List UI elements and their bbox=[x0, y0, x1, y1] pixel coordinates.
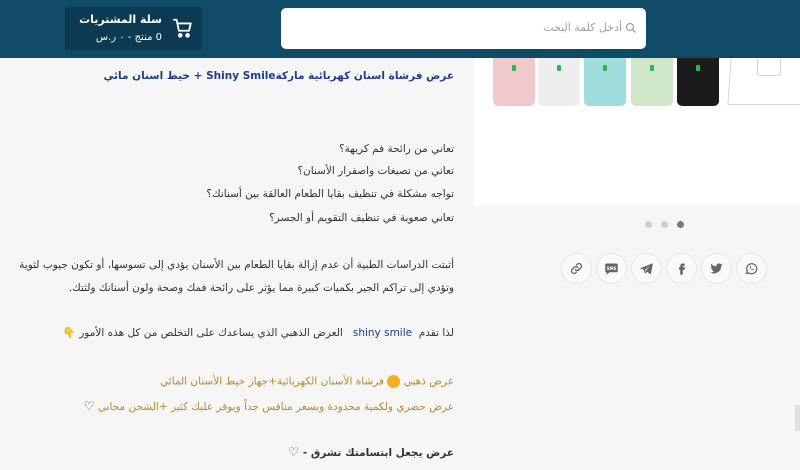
top-header: سلة المشتريات 0 منتج - ٠ ر.س أدخل كلمة ا… bbox=[0, 0, 800, 58]
cart-summary: 0 منتج - ٠ ر.س bbox=[95, 32, 162, 43]
product-title: عرض فرشاة اسنان كهربائية ماركةShiny Smil… bbox=[103, 70, 454, 82]
share-whatsapp-button[interactable] bbox=[736, 253, 767, 284]
twitter-icon bbox=[710, 263, 723, 274]
search-placeholder: أدخل كلمة البحث bbox=[543, 21, 622, 34]
whatsapp-icon bbox=[745, 263, 758, 275]
share-link-button[interactable] bbox=[561, 253, 592, 284]
pointing-hand-icon: 👇 bbox=[62, 327, 76, 339]
intro-suffix: العرض الذهبي الذي يساعدك على التخلص من ك… bbox=[79, 327, 343, 339]
toothbrush-black bbox=[677, 58, 719, 106]
search-icon bbox=[625, 22, 636, 33]
share-sms-button[interactable]: SMS bbox=[596, 253, 627, 284]
device-outline-small bbox=[757, 58, 781, 76]
offer-line-1: عرض ذهبي فرشاة الأسنان الكهربائية+جهاز خ… bbox=[160, 375, 454, 388]
share-facebook-button[interactable] bbox=[666, 253, 697, 284]
telegram-icon bbox=[640, 263, 653, 275]
share-telegram-button[interactable] bbox=[631, 253, 662, 284]
offer-prefix: عرض ذهبي bbox=[403, 375, 454, 388]
paragraph-line-2: وتؤدي إلى تراكم الجير بكميات كبيرة مما ي… bbox=[68, 282, 454, 294]
heart-icon: ♡ bbox=[83, 399, 95, 413]
cart-title: سلة المشتريات bbox=[79, 13, 162, 26]
svg-text:SMS: SMS bbox=[607, 266, 617, 271]
toothbrush-pink bbox=[493, 58, 535, 106]
link-icon bbox=[570, 262, 583, 275]
search-input[interactable]: أدخل كلمة البحث bbox=[281, 8, 646, 49]
sms-icon: SMS bbox=[605, 263, 618, 275]
gallery-dot-1[interactable] bbox=[645, 221, 652, 228]
offer-line-2-text: عرض حصري ولكمية محدودة وبسعر منافس جداً … bbox=[97, 401, 454, 413]
intro-line: لذا تقدم shiny smile العرض الذهبي الذي ي… bbox=[63, 326, 454, 339]
gallery-dot-2[interactable] bbox=[661, 221, 668, 228]
intro-prefix: لذا تقدم bbox=[418, 327, 454, 339]
closing-text: عرض يجعل ابتسامتك تشرق - bbox=[302, 447, 454, 459]
cart-icon bbox=[172, 18, 192, 38]
closing-line: عرض يجعل ابتسامتك تشرق - ♡ bbox=[288, 445, 454, 459]
heart-icon-2: ♡ bbox=[288, 445, 300, 459]
offer-text: فرشاة الأسنان الكهربائية+جهاز خيط الأسنا… bbox=[160, 375, 385, 388]
gallery-dot-3[interactable] bbox=[677, 221, 684, 228]
product-image[interactable] bbox=[474, 58, 800, 205]
toothbrush-white bbox=[538, 58, 580, 106]
offer-line-2: عرض حصري ولكمية محدودة وبسعر منافس جداً … bbox=[84, 399, 454, 413]
toothbrush-green bbox=[631, 58, 673, 106]
question-3: تواجه مشكلة في تنظيف بقايا الطعام العالق… bbox=[206, 188, 454, 200]
brand-link[interactable]: shiny smile bbox=[353, 327, 412, 339]
question-1: تعاني من رائحة فم كريهة؟ bbox=[339, 143, 454, 155]
facebook-icon bbox=[679, 263, 686, 275]
paragraph-line-1: أثبتت الدراسات الطبية أن عدم إزالة بقايا… bbox=[19, 259, 454, 271]
cart-button[interactable]: سلة المشتريات 0 منتج - ٠ ر.س bbox=[65, 7, 202, 50]
star-eyes-emoji-icon bbox=[387, 375, 401, 388]
question-2: تعاني من تصبغات واصفرار الأسنان؟ bbox=[297, 165, 454, 177]
question-4: تعاني صعوبة في تنظيف التقويم أو الجسر؟ bbox=[269, 212, 454, 224]
share-twitter-button[interactable] bbox=[701, 253, 732, 284]
scroll-tab[interactable] bbox=[795, 405, 800, 431]
toothbrush-blue bbox=[584, 58, 626, 106]
